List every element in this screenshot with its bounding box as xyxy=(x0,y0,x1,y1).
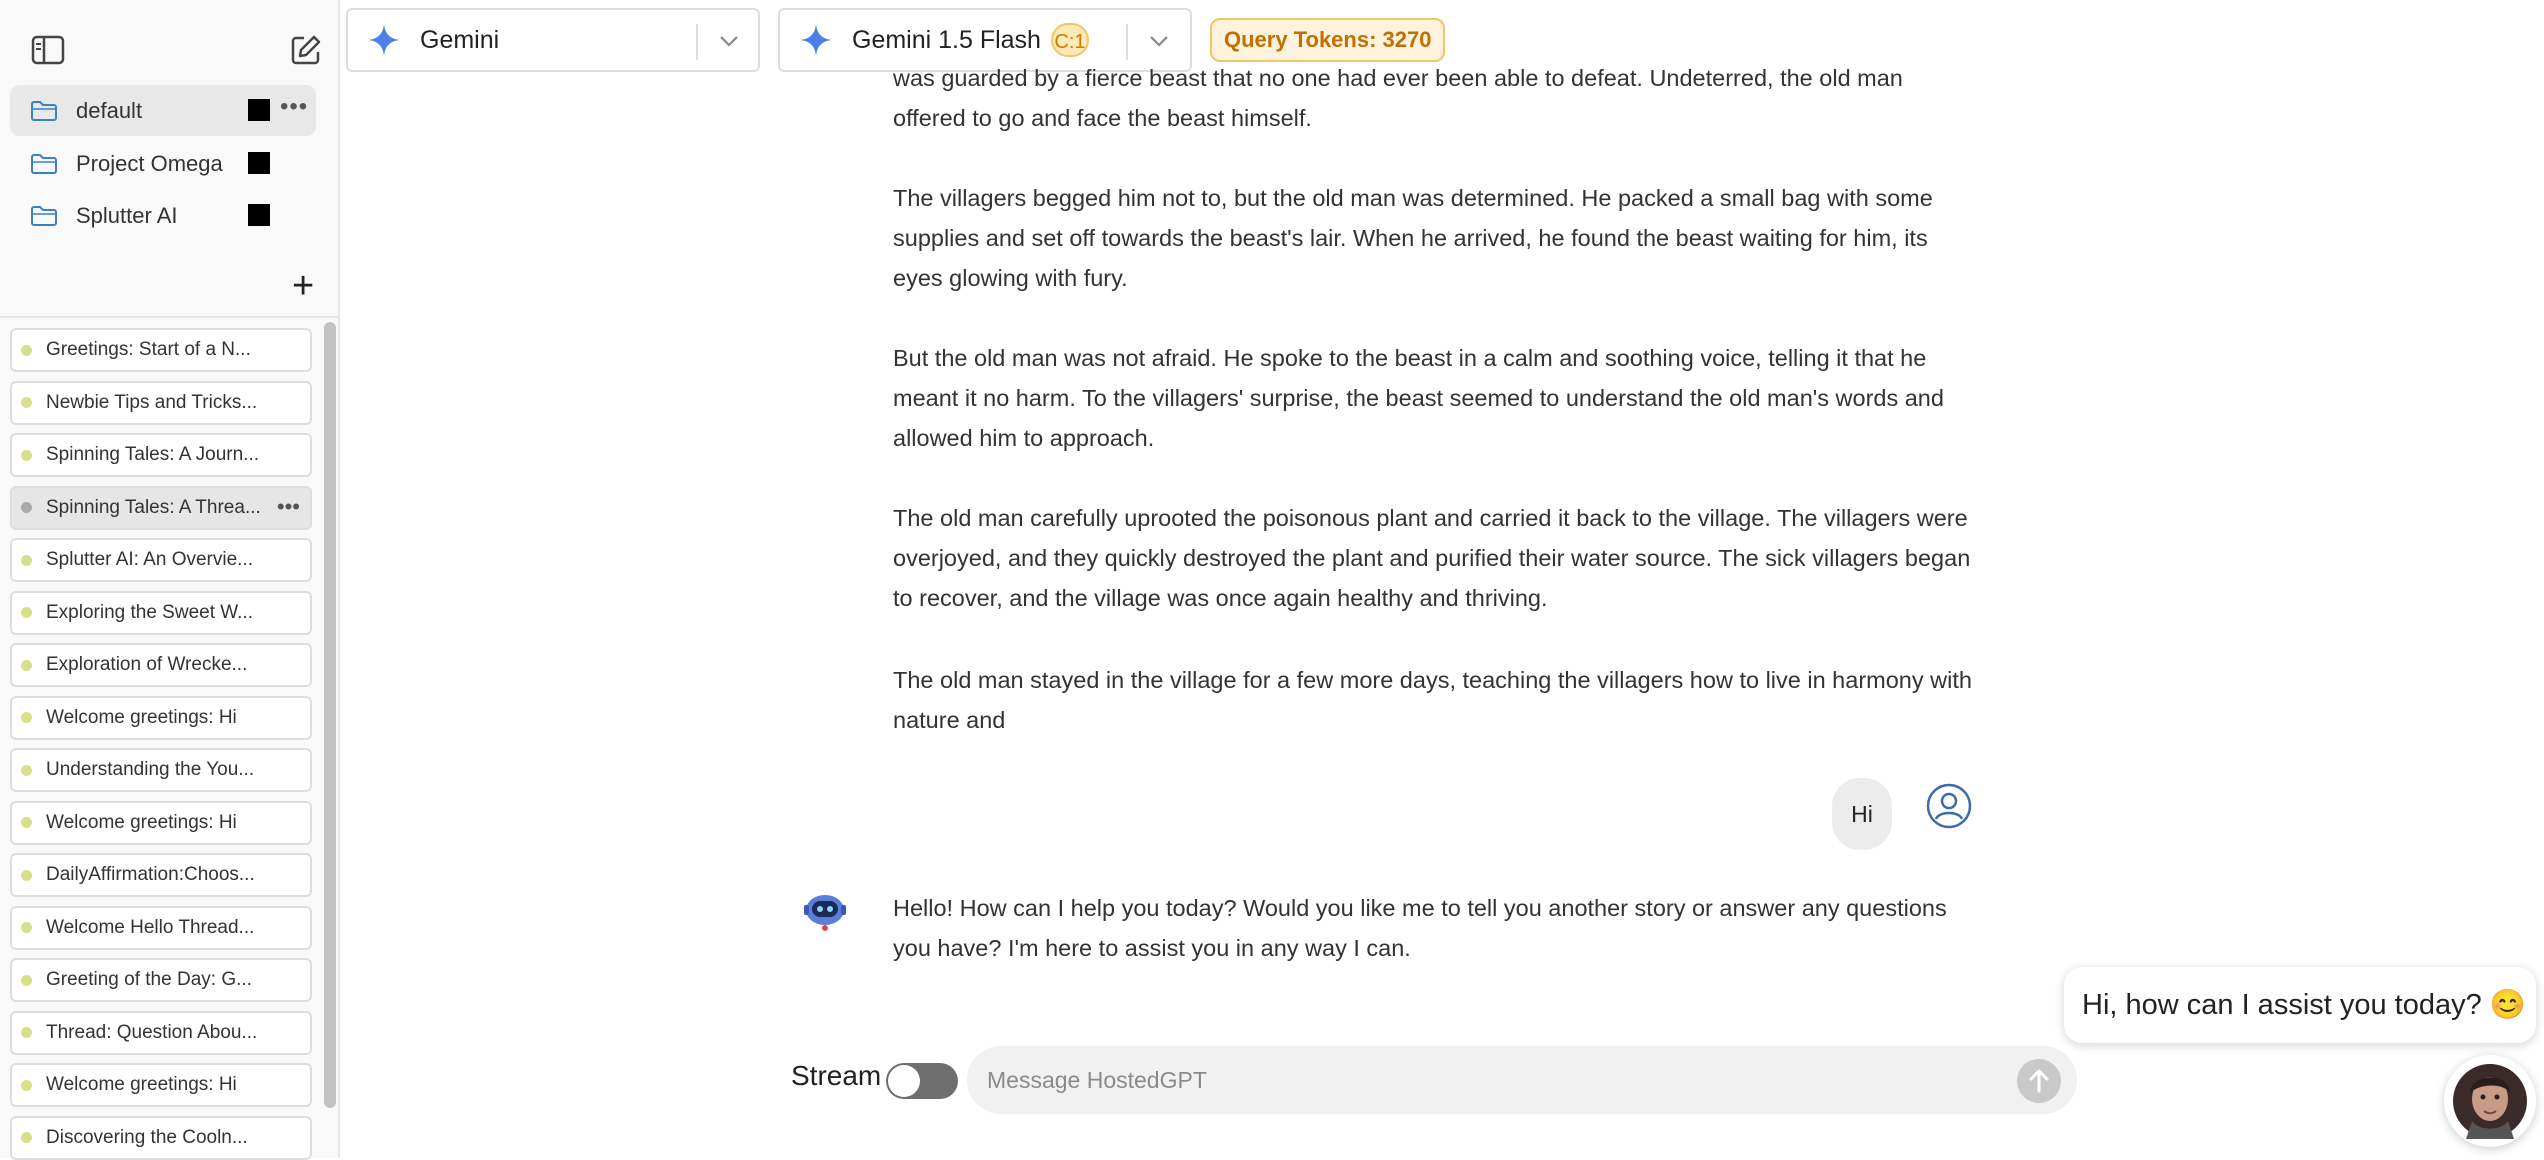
thread-item[interactable]: Discovering the Cooln... xyxy=(10,1115,312,1160)
folder-default[interactable]: default ••• xyxy=(10,85,316,136)
folder-label: Project Omega xyxy=(76,150,223,176)
folder-icon xyxy=(30,100,60,122)
assistant-widget-avatar[interactable] xyxy=(2444,1055,2536,1147)
folder-icon xyxy=(30,153,60,175)
thread-item[interactable]: Greetings: Start of a N... xyxy=(10,328,312,372)
thread-status-dot xyxy=(21,344,32,356)
thread-label: Greeting of the Day: G... xyxy=(46,969,252,990)
more-options-icon[interactable]: ••• xyxy=(280,93,308,121)
thread-status-dot xyxy=(21,659,32,671)
thread-label: Splutter AI: An Overvie... xyxy=(46,549,253,570)
thread-status-dot xyxy=(21,974,32,986)
thread-list-scrollbar[interactable] xyxy=(324,322,336,1108)
model-label: Gemini 1.5 Flash xyxy=(852,25,1041,54)
folder-label: default xyxy=(76,97,143,123)
select-divider xyxy=(1126,24,1128,60)
folder-splutter-ai[interactable]: Splutter AI xyxy=(10,190,316,241)
thread-status-dot xyxy=(21,1027,32,1038)
user-message-bubble: Hi xyxy=(1832,778,1892,850)
provider-label: Gemini xyxy=(420,25,500,54)
message-composer xyxy=(967,1046,2077,1114)
toggle-sidebar-icon[interactable] xyxy=(30,32,66,68)
arrow-up-icon xyxy=(2029,1069,2049,1093)
sidebar: default ••• Project Omega Splutter AI + … xyxy=(0,0,340,1160)
thread-status-dot xyxy=(21,869,32,881)
thread-label: Newbie Tips and Tricks... xyxy=(46,391,258,413)
thread-item[interactable]: DailyAffirmation:Choos... xyxy=(10,853,312,897)
thread-status-dot xyxy=(21,1079,32,1091)
stream-toggle[interactable] xyxy=(886,1063,958,1099)
model-badge: C:1 xyxy=(1050,23,1089,57)
thread-item[interactable]: Exploring the Sweet W... xyxy=(10,590,312,635)
thread-label: Discovering the Cooln... xyxy=(46,1126,248,1148)
thread-label: Welcome greetings: Hi xyxy=(46,811,237,833)
thread-status-dot xyxy=(21,1132,32,1143)
thread-item[interactable]: Welcome greetings: Hi xyxy=(10,800,312,845)
thread-label: Welcome Hello Thread... xyxy=(46,916,255,938)
gemini-sparkle-icon xyxy=(798,22,834,58)
thread-label: Welcome greetings: Hi xyxy=(46,706,237,728)
thread-label: DailyAffirmation:Choos... xyxy=(46,864,255,885)
thread-item[interactable]: Newbie Tips and Tricks... xyxy=(10,380,312,425)
query-tokens-badge: Query Tokens: 3270 xyxy=(1210,18,1446,62)
assistant-bot-icon xyxy=(802,888,848,932)
send-button[interactable] xyxy=(2017,1059,2061,1103)
thread-label: Exploration of Wrecke... xyxy=(46,654,248,675)
folder-color-swatch[interactable] xyxy=(248,99,270,121)
toggle-knob xyxy=(888,1065,920,1097)
thread-item[interactable]: Understanding the You... xyxy=(10,748,312,792)
assistant-reply-text: Hello! How can I help you today? Would y… xyxy=(893,895,1947,961)
thread-status-dot xyxy=(21,817,32,828)
assistant-message-paragraph: The villagers begged him not to, but the… xyxy=(893,185,1933,291)
folder-project-omega[interactable]: Project Omega xyxy=(10,138,316,189)
assistant-message-paragraph: The old man carefully uprooted the poiso… xyxy=(893,505,1971,611)
folder-icon xyxy=(30,205,60,227)
thread-label: Understanding the You... xyxy=(46,759,255,780)
folder-color-swatch[interactable] xyxy=(248,204,270,226)
thread-item[interactable]: Welcome greetings: Hi xyxy=(10,1063,312,1107)
gemini-sparkle-icon xyxy=(366,22,402,58)
thread-label: Spinning Tales: A Journ... xyxy=(46,444,260,465)
thread-status-dot xyxy=(21,554,32,566)
thread-status-dot xyxy=(21,712,32,723)
chevron-down-icon[interactable] xyxy=(718,30,740,59)
assistant-message-paragraph: The old man stayed in the village for a … xyxy=(893,667,1972,733)
thread-status-dot xyxy=(21,397,32,408)
thread-item[interactable]: Welcome greetings: Hi xyxy=(10,695,312,740)
assistant-widget-bubble[interactable]: Hi, how can I assist you today? 😊 xyxy=(2064,967,2536,1043)
thread-label: Greetings: Start of a N... xyxy=(46,339,251,360)
chevron-down-icon[interactable] xyxy=(1148,30,1170,59)
assistant-message-paragraph: But the old man was not afraid. He spoke… xyxy=(893,345,1944,451)
thread-label: Exploring the Sweet W... xyxy=(46,601,253,623)
more-options-icon[interactable]: ••• xyxy=(277,494,300,520)
thread-item[interactable]: Spinning Tales: A Journ... xyxy=(10,433,312,477)
thread-status-dot xyxy=(21,922,32,933)
select-divider xyxy=(696,24,698,60)
provider-select[interactable]: Gemini xyxy=(346,8,760,72)
thread-status-dot xyxy=(21,502,32,513)
thread-label: Spinning Tales: A Threa... xyxy=(46,496,261,518)
sidebar-divider xyxy=(0,316,338,318)
add-folder-button[interactable]: + xyxy=(292,266,314,306)
thread-item[interactable]: Thread: Question Abou... xyxy=(10,1010,312,1055)
thread-status-dot xyxy=(21,607,32,618)
thread-item[interactable]: Welcome Hello Thread... xyxy=(10,905,312,950)
thread-item[interactable]: Splutter AI: An Overvie... xyxy=(10,538,312,582)
thread-label: Thread: Question Abou... xyxy=(46,1021,258,1043)
thread-item[interactable]: Greeting of the Day: G... xyxy=(10,958,312,1002)
folder-color-swatch[interactable] xyxy=(248,152,270,174)
stream-label: Stream xyxy=(791,1060,882,1091)
user-avatar-icon xyxy=(1926,783,1972,829)
thread-status-dot xyxy=(21,764,32,776)
assistant-message-paragraph: was guarded by a fierce beast that no on… xyxy=(893,65,1903,131)
message-input[interactable] xyxy=(985,1060,1985,1100)
thread-item[interactable]: Exploration of Wrecke... xyxy=(10,643,312,687)
thread-status-dot xyxy=(21,449,32,461)
new-chat-icon[interactable] xyxy=(288,32,324,68)
folder-label: Splutter AI xyxy=(76,202,178,228)
thread-label: Welcome greetings: Hi xyxy=(46,1074,237,1095)
thread-item-active[interactable]: Spinning Tales: A Threa... ••• xyxy=(10,485,312,530)
